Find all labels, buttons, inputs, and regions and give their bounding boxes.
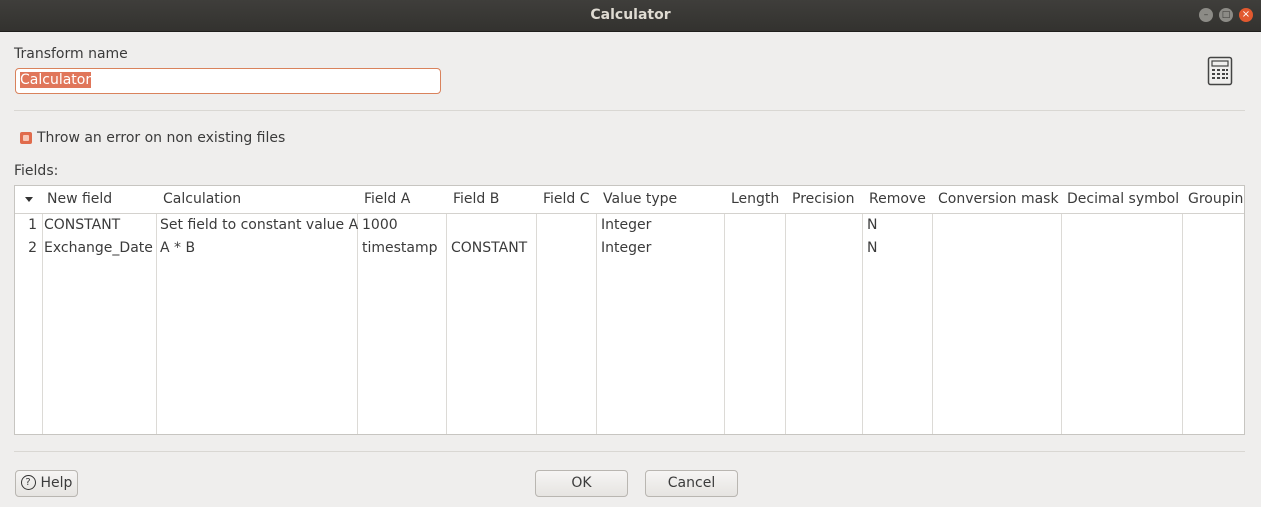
table-row[interactable]: 1 CONSTANT Set field to constant value A… [15,214,1244,237]
divider [14,110,1245,111]
cell-field-b[interactable]: CONSTANT [451,240,527,256]
table-header: New field Calculation Field A Field B Fi… [15,186,1244,214]
header-grouping[interactable]: Grouping [1188,191,1244,207]
header-precision[interactable]: Precision [792,191,854,207]
cell-value-type[interactable]: Integer [601,240,651,256]
cell-calculation[interactable]: Set field to constant value A [160,217,358,233]
header-field-a[interactable]: Field A [364,191,410,207]
minimize-icon[interactable]: – [1199,8,1213,22]
transform-name-input[interactable]: Calculator [15,68,441,94]
header-field-b[interactable]: Field B [453,191,499,207]
cell-new-field[interactable]: Exchange_Date [44,240,153,256]
sort-arrow-icon[interactable] [25,197,33,202]
divider [14,451,1245,452]
header-value-type[interactable]: Value type [603,191,677,207]
cell-value-type[interactable]: Integer [601,217,651,233]
cell-new-field[interactable]: CONSTANT [44,217,120,233]
calculator-icon [1207,56,1233,86]
row-number: 1 [28,217,37,233]
cell-remove[interactable]: N [867,217,877,233]
help-icon: ? [20,474,36,490]
close-icon[interactable]: × [1239,8,1253,22]
cell-field-a[interactable]: timestamp [362,240,438,256]
cell-remove[interactable]: N [867,240,877,256]
transform-name-label: Transform name [14,46,128,62]
header-conversion-mask[interactable]: Conversion mask [938,191,1059,207]
maximize-icon[interactable]: □ [1219,8,1233,22]
cell-calculation[interactable]: A * B [160,240,195,256]
header-calculation[interactable]: Calculation [163,191,241,207]
title-bar: Calculator – □ × [0,0,1261,32]
ok-button[interactable]: OK [535,470,628,497]
row-number: 2 [28,240,37,256]
help-button[interactable]: ? Help [15,470,78,497]
header-remove[interactable]: Remove [869,191,926,207]
table-row[interactable]: 2 Exchange_Date A * B timestamp CONSTANT… [15,237,1244,260]
window-title: Calculator [590,7,671,23]
header-new-field[interactable]: New field [47,191,112,207]
fields-table[interactable]: New field Calculation Field A Field B Fi… [14,185,1245,435]
help-label: Help [40,475,73,491]
header-field-c[interactable]: Field C [543,191,590,207]
fields-label: Fields: [14,163,59,179]
throw-error-label: Throw an error on non existing files [37,130,286,146]
cell-field-a[interactable]: 1000 [362,217,398,233]
transform-name-value: Calculator [20,72,92,88]
throw-error-checkbox[interactable] [20,132,32,144]
header-decimal-symbol[interactable]: Decimal symbol [1067,191,1179,207]
header-length[interactable]: Length [731,191,779,207]
cancel-button[interactable]: Cancel [645,470,738,497]
